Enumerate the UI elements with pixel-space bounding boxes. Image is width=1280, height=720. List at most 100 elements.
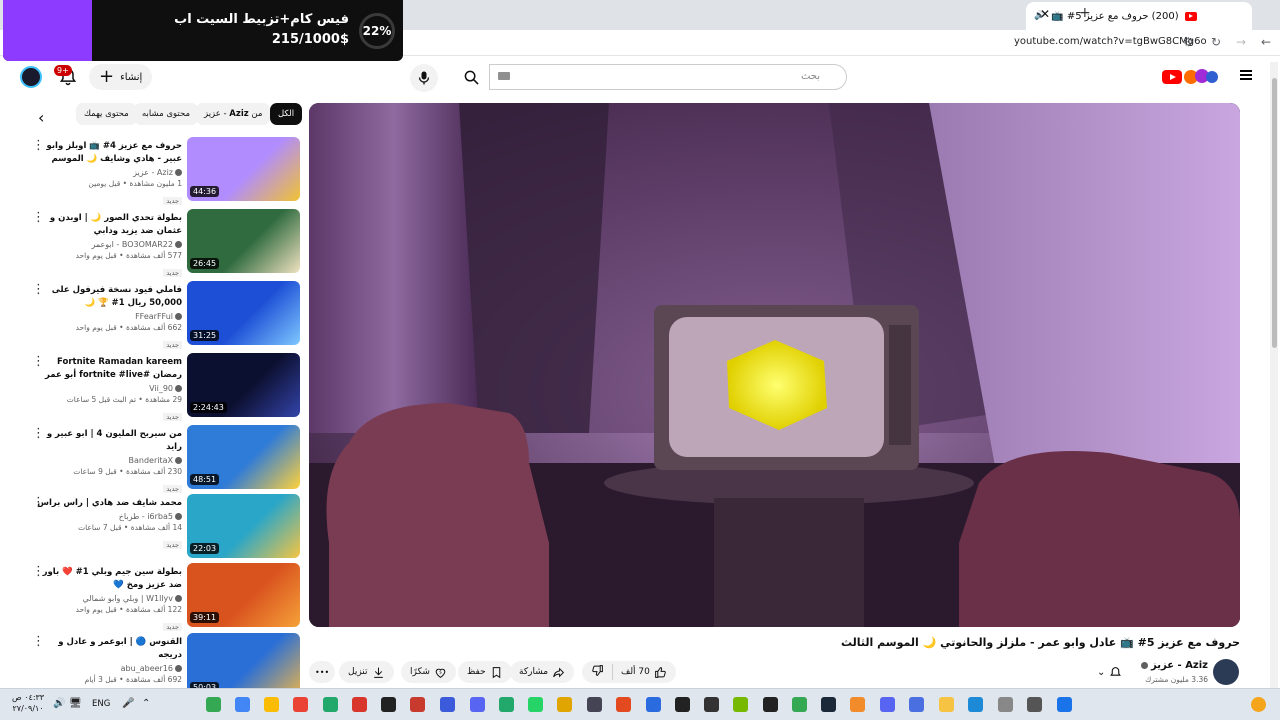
more-options-icon[interactable]: ⋮ — [32, 283, 45, 296]
account-avatar[interactable] — [20, 66, 42, 88]
more-options-icon[interactable]: ⋮ — [32, 139, 45, 152]
download-button[interactable]: تنزيل — [339, 661, 394, 683]
epic-games-icon[interactable] — [381, 697, 396, 712]
language-indicator[interactable]: ENG — [92, 699, 110, 709]
more-options-icon[interactable]: ⋮ — [32, 427, 45, 440]
app-icon[interactable] — [675, 697, 690, 712]
mic-tray-icon[interactable]: 🎤 — [122, 698, 134, 709]
channel-avatar[interactable] — [1213, 659, 1239, 685]
weather-icon[interactable] — [1251, 697, 1266, 712]
recommendation-title[interactable]: Fortnite Ramadan kareem رمضان #fortnite … — [37, 356, 182, 382]
app-icon[interactable] — [440, 697, 455, 712]
save-button[interactable]: حفظ — [458, 661, 512, 683]
recommendation-item[interactable]: 48:51 من سيربح المليون 4 | ابو عبير و راي… — [28, 425, 300, 493]
recommendation-title[interactable]: القنوس 🔵 | ابوعمر و عادل و دريجه — [37, 636, 182, 662]
tray-chevron-up-icon[interactable]: ⌃ — [142, 698, 150, 709]
steam-icon[interactable] — [821, 697, 836, 712]
thanks-button[interactable]: $ شكرًا — [401, 661, 456, 683]
app-icon[interactable] — [998, 697, 1013, 712]
recommendation-thumbnail[interactable]: 44:36 — [187, 137, 300, 201]
share-button[interactable]: مشاركة — [510, 661, 575, 683]
scrollbar-thumb[interactable] — [1272, 78, 1277, 348]
app-icon[interactable] — [909, 697, 924, 712]
recommendation-title[interactable]: حروف مع عزيز 4# 📺 اوبلز وابو عبير - هادي… — [37, 140, 182, 166]
app-icon[interactable] — [352, 697, 367, 712]
discord-icon[interactable] — [499, 697, 514, 712]
chip-from-aziz[interactable]: من Aziz - عزيز — [196, 103, 271, 125]
whatsapp-icon[interactable] — [528, 697, 543, 712]
more-options-icon[interactable]: ⋮ — [32, 635, 45, 648]
browser-tab-youtube[interactable]: (200) حروف مع عزيز 5# 📺 🔊 — [1026, 2, 1252, 30]
chrome-icon[interactable] — [206, 697, 221, 712]
folder-icon[interactable] — [939, 697, 954, 712]
taskbar-clock[interactable]: ٠٤:٣٣ ص ٢٧/٠٩/١٠ — [12, 692, 44, 714]
recommendation-item[interactable]: 2:24:43 Fortnite Ramadan kareem رمضان #fo… — [28, 353, 300, 421]
notification-bell-button[interactable]: ⌄ — [1089, 661, 1131, 683]
channel-name[interactable]: Aziz - عزيز — [1139, 660, 1208, 671]
recommendation-thumbnail[interactable]: 22:03 — [187, 494, 300, 558]
news-icon[interactable] — [410, 697, 425, 712]
volume-icon[interactable]: 🔊 — [53, 698, 65, 709]
more-options-icon[interactable]: ⋮ — [32, 565, 45, 578]
search-button[interactable] — [452, 64, 490, 90]
chip-all[interactable]: الكل — [270, 103, 303, 125]
video-player[interactable] — [309, 103, 1240, 627]
discord-icon[interactable] — [880, 697, 895, 712]
url-text[interactable]: youtube.com/watch?v=tgBwG8CMg6o — [1014, 36, 1207, 47]
dislike-button[interactable] — [591, 664, 604, 680]
more-options-icon[interactable]: ⋮ — [32, 211, 45, 224]
chrome-icon[interactable] — [264, 697, 279, 712]
recommendation-channel[interactable]: BO3OMAR22 - ابوعمر — [37, 240, 182, 249]
recommendation-item[interactable]: 22:03 محمد شايف ضد هادي | راس براس i6rba5 … — [28, 494, 300, 560]
create-button[interactable]: إنشاء + — [89, 64, 153, 90]
app-icon[interactable] — [616, 697, 631, 712]
recommendation-item[interactable]: 39:11 بطولة سين جيم وبلي 1# ❤️ باور ضد عز… — [28, 563, 300, 631]
edge-icon[interactable] — [968, 697, 983, 712]
recommendation-thumbnail[interactable]: 48:51 — [187, 425, 300, 489]
back-arrow-icon[interactable]: ← — [1261, 35, 1271, 49]
recommendation-channel[interactable]: W1llyv | وبلي وابو شمالي — [37, 594, 182, 603]
reload-icon[interactable]: ↻ — [1211, 35, 1221, 49]
recommendation-channel[interactable]: Aziz - عزيز — [37, 168, 182, 177]
network-icon[interactable]: 🖥 — [69, 698, 82, 709]
recommendation-title[interactable]: محمد شايف ضد هادي | راس براس — [37, 497, 182, 510]
app-icon[interactable] — [850, 697, 865, 712]
recommendation-title[interactable]: من سيربح المليون 4 | ابو عبير و رايد — [37, 428, 182, 454]
recommendation-channel[interactable]: i6rba5 - طرباخ — [37, 512, 182, 521]
menu-icon[interactable] — [1240, 70, 1252, 80]
chrome-icon[interactable] — [792, 697, 807, 712]
search-input[interactable]: بحث — [489, 64, 847, 90]
chip-for-you[interactable]: محتوى يهمك — [76, 103, 137, 125]
windows-start-icon[interactable] — [1057, 697, 1072, 712]
recommendation-item[interactable]: 44:36 حروف مع عزيز 4# 📺 اوبلز وابو عبير -… — [28, 137, 300, 205]
recommendation-channel[interactable]: Vii_90 — [37, 384, 182, 393]
youtube-logo-icon[interactable] — [1162, 68, 1224, 86]
nvidia-icon[interactable] — [733, 697, 748, 712]
recommendation-item[interactable]: 31:25 فاملي فيود نسخة فيرفول على 50,000 ر… — [28, 281, 300, 349]
roblox-icon[interactable] — [557, 697, 572, 712]
recommendation-channel[interactable]: abu_abeer16 — [37, 664, 182, 673]
steam-icon[interactable] — [587, 697, 602, 712]
recommendation-channel[interactable]: BanderitaX — [37, 456, 182, 465]
voice-search-mic-icon[interactable] — [410, 64, 438, 92]
discord-icon[interactable] — [323, 697, 338, 712]
epic-games-icon[interactable] — [763, 697, 778, 712]
chevron-left-icon[interactable]: ‹ — [38, 108, 44, 127]
recommendation-title[interactable]: بطولة تحدي الصور 🌙 | اوبدن و عثمان ضد يز… — [37, 212, 182, 238]
chrome-icon[interactable] — [235, 697, 250, 712]
app-icon[interactable] — [470, 697, 485, 712]
forward-arrow-icon[interactable]: → — [1236, 35, 1246, 49]
recommendation-thumbnail[interactable]: 31:25 — [187, 281, 300, 345]
recommendation-channel[interactable]: FFearFFul — [37, 312, 182, 321]
recommendation-thumbnail[interactable]: 2:24:43 — [187, 353, 300, 417]
recommendation-thumbnail[interactable]: 39:11 — [187, 563, 300, 627]
close-tab-icon[interactable]: ✕ — [1040, 7, 1050, 21]
app-icon[interactable] — [704, 697, 719, 712]
recommendation-thumbnail[interactable]: 26:45 — [187, 209, 300, 273]
app-icon[interactable] — [646, 697, 661, 712]
recommendation-title[interactable]: فاملي فيود نسخة فيرفول على 50,000 ريال 1… — [37, 284, 182, 310]
search-icon[interactable] — [1027, 697, 1042, 712]
chip-similar[interactable]: محتوى مشابه — [134, 103, 198, 125]
chrome-icon[interactable] — [293, 697, 308, 712]
more-actions-button[interactable]: ••• — [309, 661, 336, 683]
